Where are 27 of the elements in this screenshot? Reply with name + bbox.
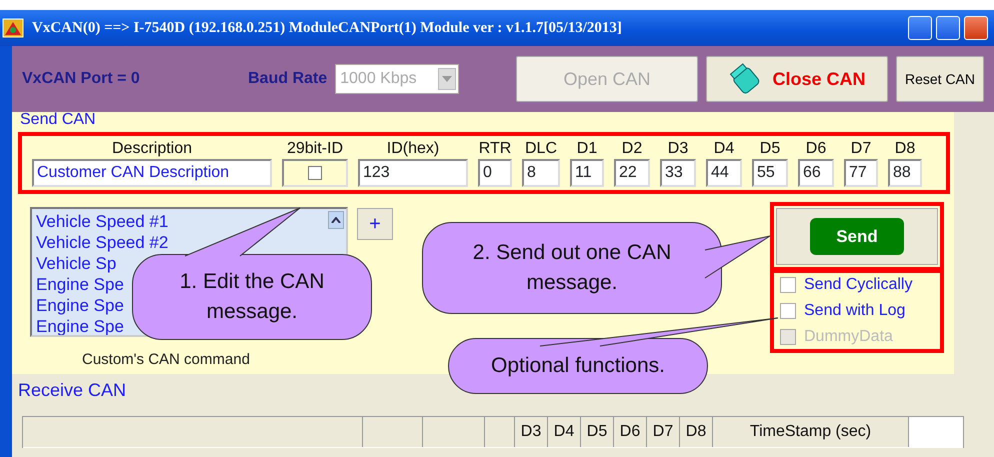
field-label: Description bbox=[112, 139, 192, 159]
field-label: D2 bbox=[622, 139, 642, 159]
field-label: D3 bbox=[668, 139, 688, 159]
baud-rate-label: Baud Rate bbox=[248, 69, 328, 89]
field-label: D7 bbox=[850, 139, 872, 159]
group-title: Receive CAN bbox=[18, 380, 126, 400]
field-label: D6 bbox=[806, 139, 826, 159]
field-label: DLC bbox=[524, 139, 557, 159]
table-header-cell: D5 bbox=[581, 417, 614, 447]
port-label: VxCAN Port = 0 bbox=[22, 69, 141, 89]
field-label: ID(hex) bbox=[386, 139, 440, 159]
window-title: VxCAN(0) ==> I-7540D (192.168.0.251) ModuleCANPort(1) Module ver : v1.1.7[05/13/2013] bbox=[32, 18, 622, 38]
field-label: D8 bbox=[894, 139, 916, 159]
callout: 2. Send out one CAN message. bbox=[422, 222, 722, 314]
table-header-cell: D8 bbox=[680, 417, 713, 447]
table-header-cell: TimeStamp (sec) bbox=[713, 417, 909, 447]
field-label: D5 bbox=[760, 139, 780, 159]
table-header-cell: D7 bbox=[647, 417, 680, 447]
field-label: D4 bbox=[714, 139, 734, 159]
table-header-cell: D3 bbox=[515, 417, 548, 447]
field-label: RTR bbox=[478, 139, 512, 159]
table-header-cell: D6 bbox=[614, 417, 647, 447]
table-header-cell: D4 bbox=[548, 417, 581, 447]
list-caption: Custom's CAN command bbox=[82, 350, 250, 370]
field-label: D1 bbox=[576, 139, 598, 159]
field-label: 29bit-ID bbox=[286, 139, 344, 159]
send-label: Send bbox=[810, 218, 904, 256]
